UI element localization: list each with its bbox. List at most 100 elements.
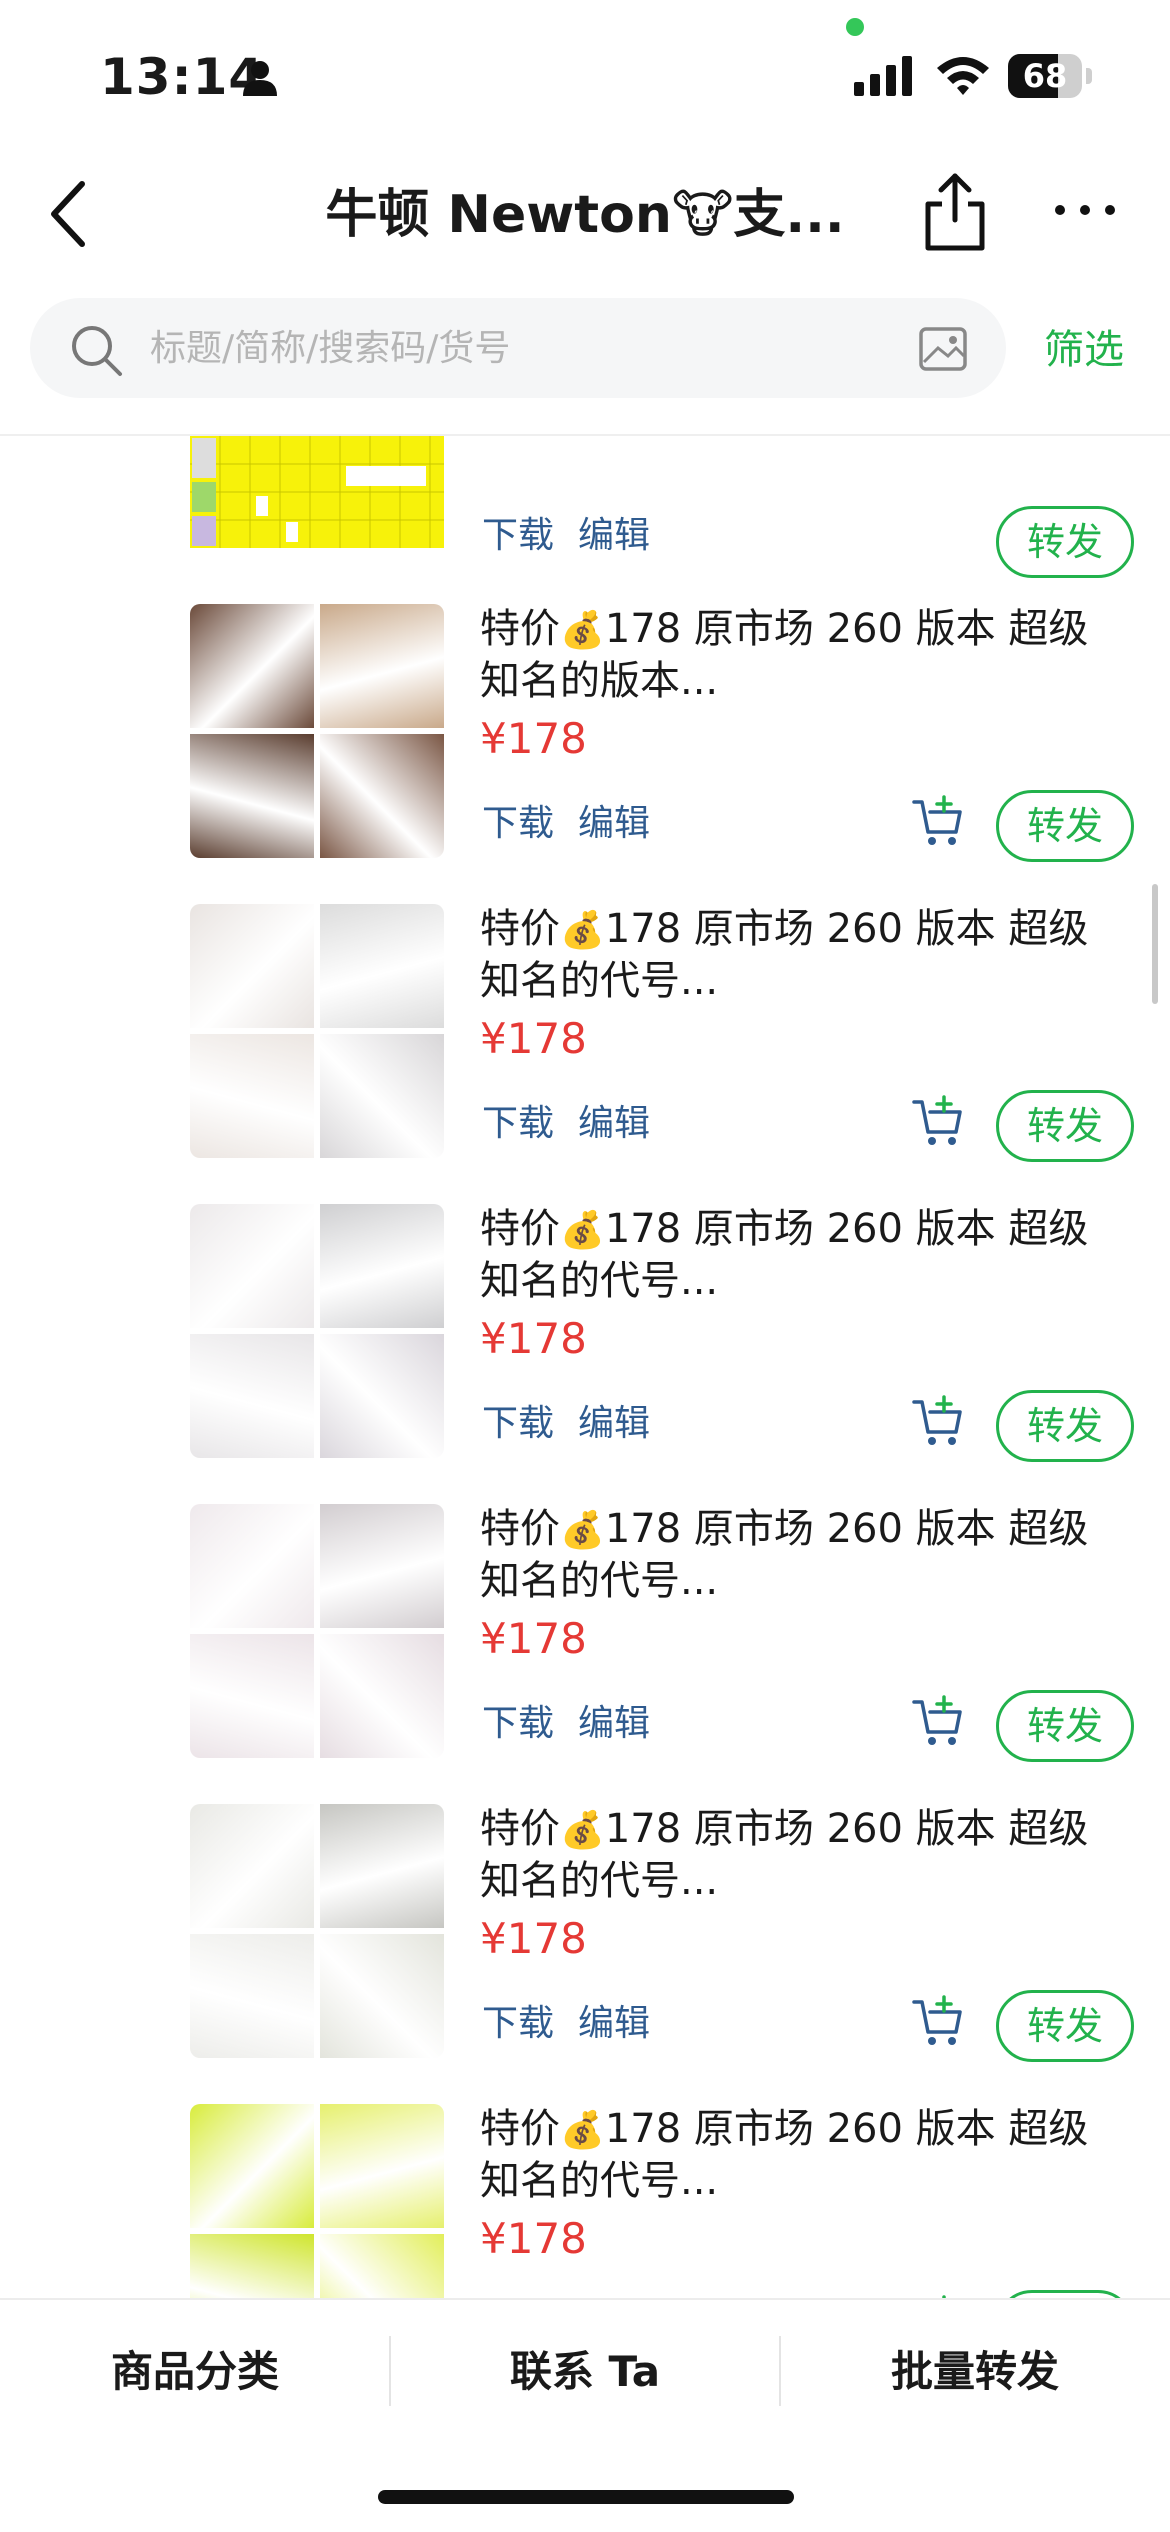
forward-button[interactable]: 转发 [996, 1090, 1134, 1162]
thumbnail-cell [320, 1634, 444, 1758]
edit-link[interactable]: 编辑 [578, 2002, 650, 2046]
title-prefix: 特价 [480, 1506, 560, 1552]
product-thumbnail[interactable] [190, 604, 444, 858]
download-link[interactable]: 下载 [482, 2002, 554, 2046]
tab-contact[interactable]: 联系 Ta [390, 2342, 780, 2402]
money-bag-icon: 💰 [560, 2110, 605, 2151]
image-search-icon[interactable] [918, 326, 968, 372]
list-item[interactable]: 下载 编辑 转发 [0, 436, 1170, 616]
thumbnail-cell [190, 1634, 314, 1758]
product-price: ¥178 [480, 1914, 587, 1963]
filter-button[interactable]: 筛选 [1044, 320, 1124, 380]
thumbnail-cell [320, 1804, 444, 1928]
product-title[interactable]: 特价💰178 原市场 260 版本 超级知名的版本... [480, 604, 1120, 706]
thumbnail-cell [320, 2234, 444, 2298]
product-title[interactable]: 特价💰178 原市场 260 版本 超级知名的代号... [480, 2104, 1120, 2206]
battery-icon: 68 [1008, 54, 1092, 98]
forward-button[interactable]: 转发 [996, 1690, 1134, 1762]
list-item[interactable]: 特价💰178 原市场 260 版本 超级知名的代号... ¥178 下载 编辑 … [0, 1504, 1170, 1804]
title-prefix: 特价 [480, 2106, 560, 2152]
product-thumbnail[interactable] [190, 2104, 444, 2298]
forward-button[interactable]: 转发 [996, 2290, 1134, 2298]
home-indicator[interactable] [378, 2490, 794, 2504]
thumbnail-cell [320, 1034, 444, 1158]
scrollbar[interactable] [1152, 884, 1158, 1004]
product-price: ¥178 [480, 714, 587, 763]
thumbnail-cell [320, 2104, 444, 2228]
money-bag-icon: 💰 [560, 610, 605, 651]
forward-button[interactable]: 转发 [996, 1390, 1134, 1462]
person-icon [243, 61, 277, 96]
wifi-icon [937, 57, 989, 95]
thumbnail-cell [190, 1934, 314, 2058]
thumbnail-cell [320, 1504, 444, 1628]
money-bag-icon: 💰 [560, 1810, 605, 1851]
back-icon[interactable] [40, 174, 100, 254]
thumbnail-cell [190, 2104, 314, 2228]
battery-percent: 68 [1022, 57, 1068, 95]
title-prefix: 特价 [480, 1806, 560, 1852]
search-input[interactable] [150, 314, 910, 382]
thumbnail-cell [190, 734, 314, 858]
thumbnail-cell [190, 904, 314, 1028]
page-title: 牛顿 Newton🐮支... [325, 185, 845, 245]
download-link[interactable]: 下载 [482, 1102, 554, 1146]
list-item[interactable]: 特价💰178 原市场 260 版本 超级知名的代号... ¥178 下载 编辑 … [0, 1204, 1170, 1504]
money-bag-icon: 💰 [560, 1510, 605, 1551]
list-item[interactable]: 特价💰178 原市场 260 版本 超级知名的版本... ¥178 下载 编辑 … [0, 604, 1170, 904]
edit-link[interactable]: 编辑 [578, 1702, 650, 1746]
product-list[interactable]: 下载 编辑 转发 特价💰178 原市场 260 版本 超级知名的版本... ¥1… [0, 436, 1170, 2298]
product-thumbnail[interactable] [190, 1804, 444, 2058]
title-prefix: 特价 [480, 1206, 560, 1252]
more-options-icon[interactable] [1050, 190, 1120, 230]
edit-link[interactable]: 编辑 [578, 1102, 650, 1146]
list-item[interactable]: 特价💰178 原市场 260 版本 超级知名的代号... ¥178 下载 编辑 … [0, 2104, 1170, 2298]
list-item[interactable]: 特价💰178 原市场 260 版本 超级知名的代号... ¥178 下载 编辑 … [0, 1804, 1170, 2104]
product-thumbnail[interactable] [190, 904, 444, 1158]
tab-batch-forward[interactable]: 批量转发 [780, 2342, 1170, 2402]
cellular-signal-icon [854, 56, 912, 96]
forward-button[interactable]: 转发 [996, 790, 1134, 862]
add-to-cart-icon[interactable] [910, 1394, 966, 1450]
status-bar: 13:14 68 [0, 0, 1170, 150]
forward-button[interactable]: 转发 [996, 1990, 1134, 2062]
search-bar[interactable] [30, 298, 1006, 398]
product-thumbnail[interactable] [190, 436, 444, 548]
product-price: ¥178 [480, 1614, 587, 1663]
download-link[interactable]: 下载 [482, 514, 554, 558]
thumbnail-cell [320, 1334, 444, 1458]
product-thumbnail[interactable] [190, 1204, 444, 1458]
forward-button[interactable]: 转发 [996, 506, 1134, 578]
thumbnail-cell [190, 1334, 314, 1458]
download-link[interactable]: 下载 [482, 802, 554, 846]
list-item[interactable]: 特价💰178 原市场 260 版本 超级知名的代号... ¥178 下载 编辑 … [0, 904, 1170, 1204]
share-icon[interactable] [920, 170, 990, 254]
edit-link[interactable]: 编辑 [578, 1402, 650, 1446]
product-title[interactable]: 特价💰178 原市场 260 版本 超级知名的代号... [480, 1204, 1120, 1306]
download-link[interactable]: 下载 [482, 1402, 554, 1446]
product-title[interactable]: 特价💰178 原市场 260 版本 超级知名的代号... [480, 1504, 1120, 1606]
thumbnail-cell [190, 604, 314, 728]
screen: 13:14 68 牛顿 Newton🐮支... 标题/简称/搜索码/货号 筛选 … [0, 0, 1170, 2532]
download-link[interactable]: 下载 [482, 1702, 554, 1746]
thumbnail-cell [190, 1504, 314, 1628]
product-thumbnail[interactable] [190, 1504, 444, 1758]
product-price: ¥178 [480, 2214, 587, 2263]
add-to-cart-icon[interactable] [910, 1994, 966, 2050]
tab-category[interactable]: 商品分类 [0, 2342, 390, 2402]
add-to-cart-icon[interactable] [910, 1094, 966, 1150]
thumbnail-cell [320, 604, 444, 728]
edit-link[interactable]: 编辑 [578, 514, 650, 558]
thumbnail-cell [320, 1204, 444, 1328]
thumbnail-cell [190, 1034, 314, 1158]
product-title[interactable]: 特价💰178 原市场 260 版本 超级知名的代号... [480, 1804, 1120, 1906]
product-price: ¥178 [480, 1314, 587, 1363]
money-bag-icon: 💰 [560, 1210, 605, 1251]
money-bag-icon: 💰 [560, 910, 605, 951]
product-title[interactable]: 特价💰178 原市场 260 版本 超级知名的代号... [480, 904, 1120, 1006]
add-to-cart-icon[interactable] [910, 1694, 966, 1750]
add-to-cart-icon[interactable] [910, 794, 966, 850]
privacy-indicator [846, 18, 864, 36]
edit-link[interactable]: 编辑 [578, 802, 650, 846]
title-prefix: 特价 [480, 606, 560, 652]
